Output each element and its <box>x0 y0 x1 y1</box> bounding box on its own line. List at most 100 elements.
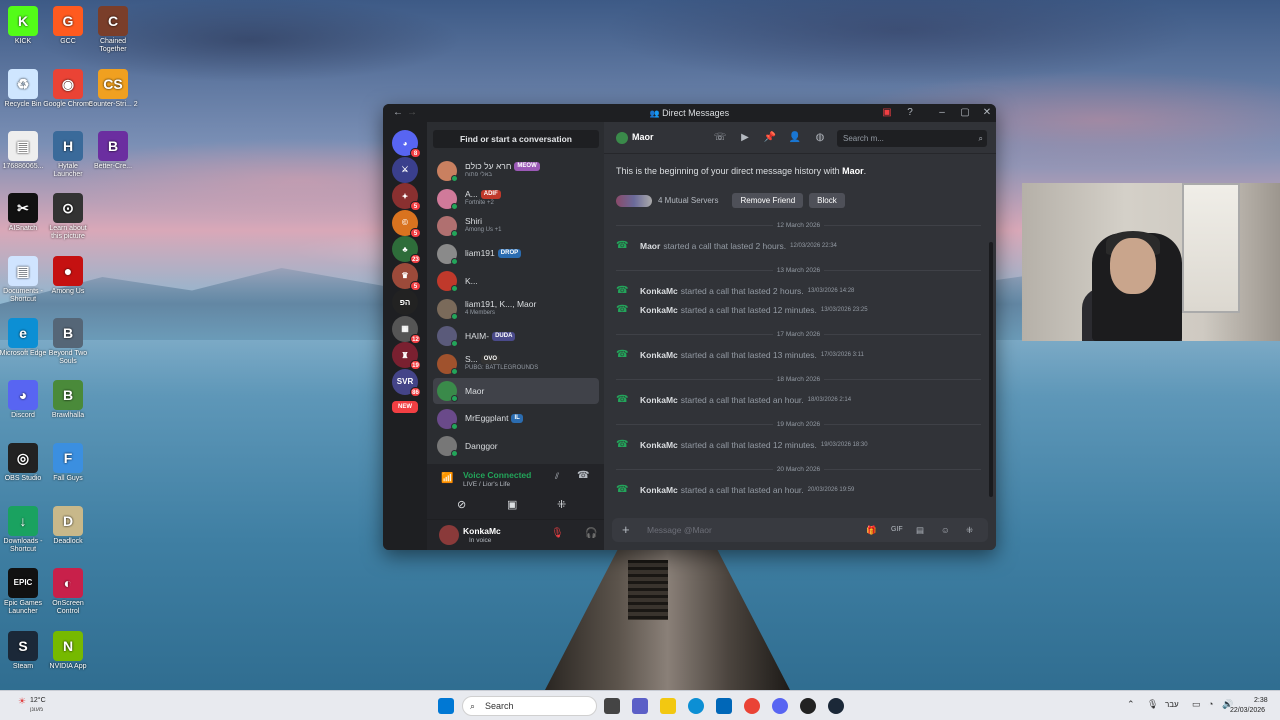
maximize-button[interactable]: ▢ <box>958 106 972 120</box>
apps-icon[interactable]: ⁜ <box>966 518 973 542</box>
mic-muted-icon[interactable]: 🎙 <box>551 528 564 539</box>
display-icon[interactable]: ▭ <box>1192 699 1201 710</box>
user-profile-icon[interactable]: ◍ <box>813 131 827 145</box>
pin-icon[interactable]: 📌 <box>763 131 777 145</box>
weather-icon[interactable]: ☀ <box>18 696 26 707</box>
inbox-icon[interactable]: ▣ <box>880 106 894 120</box>
close-button[interactable]: ✕ <box>980 106 994 120</box>
find-conversation-button[interactable]: Find or start a conversation <box>433 130 599 148</box>
desktop-icon[interactable]: G GCC <box>43 6 93 46</box>
language-indicator[interactable]: עבר <box>1165 700 1179 709</box>
desktop-icon[interactable]: EPIC Epic Games Launcher <box>0 568 48 616</box>
desktop-icon[interactable]: ↓ Downloads - Shortcut <box>0 506 48 554</box>
desktop-icon[interactable]: CS Counter-Stri... 2 <box>88 69 138 109</box>
dm-item[interactable]: Danggor <box>433 433 599 459</box>
screenshare-icon[interactable]: ▣ <box>507 498 517 511</box>
desktop-icon[interactable]: C Chained Together <box>88 6 138 54</box>
desktop-icon[interactable]: ⊙ Learn about this picture <box>43 193 93 241</box>
server-icon[interactable]: ♛ 5 <box>392 262 421 291</box>
start-button[interactable] <box>438 698 454 714</box>
recipient-name[interactable]: Maor <box>632 132 654 142</box>
desktop-icon[interactable]: K KICK <box>0 6 48 46</box>
disconnect-icon[interactable]: ☎ <box>577 470 589 481</box>
recipient-avatar[interactable] <box>616 132 628 144</box>
clock-date[interactable]: 22/03/2026 <box>1230 707 1265 714</box>
server-icon[interactable]: ⚔ <box>392 156 418 183</box>
desktop-icon[interactable]: D Deadlock <box>43 506 93 546</box>
desktop-icon[interactable]: ✂ AISnatch <box>0 193 48 233</box>
noise-suppression-icon[interactable]: ⫽ <box>555 471 559 482</box>
gift-icon[interactable]: 🎁 <box>866 518 877 542</box>
mic-icon[interactable]: 🎙 <box>1147 699 1158 710</box>
server-icon[interactable]: NEW <box>392 401 418 413</box>
dm-item[interactable]: Maor <box>433 378 599 404</box>
desktop-icon[interactable]: F Fall Guys <box>43 443 93 483</box>
desktop-icon[interactable]: e Microsoft Edge <box>0 318 48 358</box>
desktop-icon[interactable]: ▤ 176886065... <box>0 131 48 171</box>
teams-icon[interactable] <box>632 698 648 714</box>
block-button[interactable]: Block <box>809 193 845 208</box>
file-explorer-icon[interactable] <box>660 698 676 714</box>
search-input[interactable]: Search m... ⌕ <box>837 130 987 147</box>
sticker-icon[interactable]: ▤ <box>916 518 924 542</box>
message-input[interactable]: Message @Maor <box>647 518 712 542</box>
server-icon[interactable]: ✦ 5 <box>392 183 421 211</box>
gif-icon[interactable]: GIF <box>891 518 903 542</box>
weather-temp[interactable]: 12°C <box>30 697 46 704</box>
dm-item[interactable]: liam191, K..., Maor 4 Members <box>433 296 599 322</box>
desktop-icon[interactable]: B Better-Cre... <box>88 131 138 171</box>
caller-name[interactable]: KonkaMc <box>640 395 678 405</box>
network-icon[interactable]: ◔ <box>1208 699 1213 709</box>
dm-item[interactable]: MrEggplant IL <box>433 406 599 432</box>
dm-item[interactable]: חרא על כולם MEOW באלי פתוח <box>433 158 599 184</box>
caller-name[interactable]: KonkaMc <box>640 350 678 360</box>
caller-name[interactable]: Maor <box>640 241 660 251</box>
caller-name[interactable]: KonkaMc <box>640 440 678 450</box>
desktop-icon[interactable]: ◎ OBS Studio <box>0 443 48 483</box>
caller-name[interactable]: KonkaMc <box>640 485 678 495</box>
desktop-icon[interactable]: N NVIDIA App <box>43 631 93 671</box>
caller-name[interactable]: KonkaMc <box>640 286 678 296</box>
desktop-icon[interactable]: B Beyond Two Souls <box>43 318 93 366</box>
activities-icon[interactable]: ⁜ <box>557 498 566 511</box>
chrome-icon[interactable] <box>744 698 760 714</box>
task-view-icon[interactable] <box>604 698 620 714</box>
dm-item[interactable]: liam191 DROP <box>433 241 599 267</box>
caller-name[interactable]: KonkaMc <box>640 305 678 315</box>
edge-icon[interactable] <box>688 698 704 714</box>
desktop-icon[interactable]: ◐ OnScreen Control <box>43 568 93 616</box>
mutual-servers-label[interactable]: 4 Mutual Servers <box>658 196 718 205</box>
attach-plus-icon[interactable]: + <box>622 518 630 542</box>
headphones-muted-icon[interactable]: 🎧 <box>585 528 597 539</box>
desktop-icon[interactable]: ◉ Google Chrome <box>43 69 93 109</box>
dm-item[interactable]: S... OVO PUBG: BATTLEGROUNDS <box>433 351 599 377</box>
dm-item[interactable]: K... <box>433 268 599 294</box>
desktop-icon[interactable]: ● Among Us <box>43 256 93 296</box>
obs-icon[interactable] <box>800 698 816 714</box>
store-icon[interactable] <box>716 698 732 714</box>
chevron-up-icon[interactable]: ⌃ <box>1127 699 1135 710</box>
remove-friend-button[interactable]: Remove Friend <box>732 193 804 208</box>
dm-item[interactable]: Shiri Among Us +1 <box>433 213 599 239</box>
help-icon[interactable]: ? <box>903 106 917 120</box>
emoji-icon[interactable]: ☺ <box>941 518 950 542</box>
server-icon[interactable]: ▦ 12 <box>392 315 421 344</box>
steam-icon[interactable] <box>828 698 844 714</box>
server-icon[interactable]: ♣ 23 <box>392 236 421 264</box>
camera-off-icon[interactable]: ⊘ <box>457 498 466 511</box>
server-icon[interactable]: הפ <box>392 289 418 315</box>
dm-item[interactable]: HAIM- DUDA <box>433 323 599 349</box>
server-icon[interactable]: © 5 <box>392 209 421 238</box>
scrollbar[interactable] <box>989 242 993 497</box>
desktop-icon[interactable]: ♻ Recycle Bin <box>0 69 48 109</box>
server-icon[interactable]: ◕ 8 <box>392 130 421 158</box>
desktop-icon[interactable]: B Brawlhalla <box>43 380 93 420</box>
add-friends-icon[interactable]: 👤 <box>788 131 802 145</box>
voice-channel[interactable]: LIVE / Lior's Life <box>463 481 510 488</box>
user-name[interactable]: KonkaMc <box>463 526 501 536</box>
server-icon[interactable]: SVR 86 <box>392 368 421 397</box>
video-call-icon[interactable]: ▶ <box>738 131 752 145</box>
voice-status[interactable]: Voice Connected <box>463 470 531 480</box>
desktop-icon[interactable]: ▤ Documents - Shortcut <box>0 256 48 304</box>
voice-call-icon[interactable]: ☏ <box>713 131 727 145</box>
